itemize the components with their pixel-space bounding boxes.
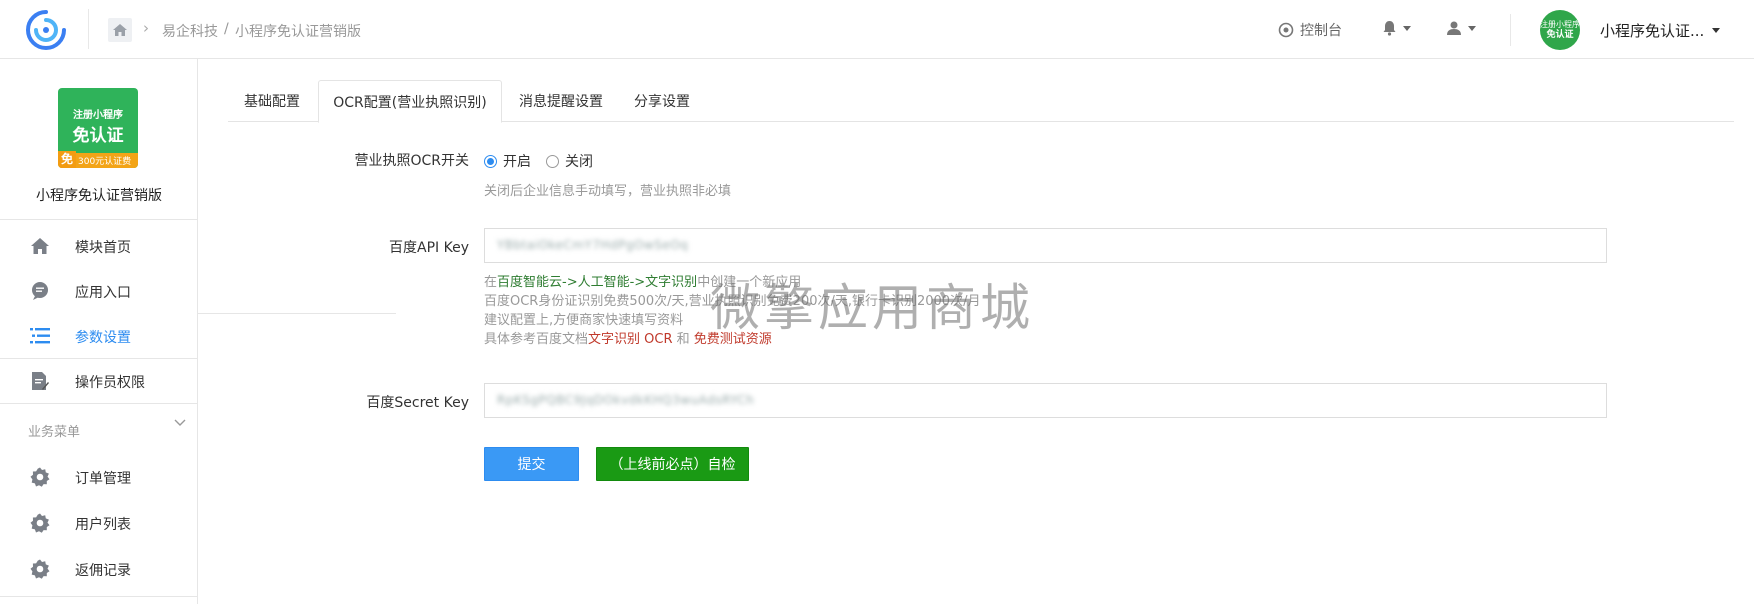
breadcrumb-separator: / xyxy=(224,21,229,37)
help-text: 中创建一个新应用 xyxy=(697,275,802,290)
avatar[interactable]: 注册小程序 免认证 xyxy=(1540,10,1580,50)
app-name: 小程序免认证营销版 xyxy=(36,188,162,204)
tab-ocr-config[interactable]: OCR配置(营业执照识别) xyxy=(318,80,502,123)
baidu-ai-ocr-link[interactable]: 百度智能云->人工智能->文字识别 xyxy=(497,275,697,290)
help-line: 百度OCR身份证识别免费500次/天,营业执照识别免费200次/天,银行卡识别2… xyxy=(484,294,981,309)
sidebar-item-operator-permissions[interactable]: 操作员权限 xyxy=(0,358,198,403)
sidebar-divider xyxy=(0,596,198,597)
ocr-doc-link[interactable]: 文字识别 OCR xyxy=(588,332,672,347)
sidebar: 注册小程序 免认证 300元认证费 免 小程序免认证营销版 模块首页 应用入口 … xyxy=(0,59,396,604)
api-key-input[interactable]: YBbtaiOkeCmY7HdPgOwSeOq xyxy=(484,228,1607,263)
home-button[interactable] xyxy=(108,18,132,42)
chevron-down-icon[interactable] xyxy=(174,419,186,427)
gear-icon xyxy=(29,558,51,580)
sidebar-item-label: 参数设置 xyxy=(75,330,131,346)
tab-basic-config[interactable]: 基础配置 xyxy=(228,80,316,122)
user-icon xyxy=(1447,21,1461,35)
radio-label: 关闭 xyxy=(565,154,593,170)
tab-message-settings[interactable]: 消息提醒设置 xyxy=(506,80,616,122)
sidebar-item-label: 操作员权限 xyxy=(75,375,145,391)
sidebar-item-label: 订单管理 xyxy=(75,471,131,487)
app-logo-strip-text: 300元认证费 xyxy=(78,157,132,167)
sidebar-item-commission-records[interactable]: 返佣记录 xyxy=(0,546,198,591)
sidebar-group-title[interactable]: 业务菜单 xyxy=(28,421,80,440)
chevron-down-icon xyxy=(1468,25,1476,31)
sidebar-item-label: 用户列表 xyxy=(75,517,131,533)
chevron-down-icon[interactable] xyxy=(1712,28,1720,33)
user-name[interactable]: 小程序免认证... xyxy=(1600,20,1704,41)
chat-icon xyxy=(29,280,51,302)
sidebar-item-settings[interactable]: 参数设置 xyxy=(0,313,198,358)
home-icon xyxy=(113,24,127,36)
document-edit-icon xyxy=(29,370,51,392)
settings-tabs: 基础配置 OCR配置(营业执照识别) 消息提醒设置 分享设置 xyxy=(228,80,1734,123)
chevron-down-icon xyxy=(1403,25,1411,31)
chevron-right-icon: › xyxy=(143,19,149,37)
breadcrumb-item[interactable]: 小程序免认证营销版 xyxy=(235,21,361,41)
help-text: 和 xyxy=(672,332,694,347)
console-label: 控制台 xyxy=(1300,23,1342,39)
home-icon xyxy=(29,235,51,257)
sidebar-item-label: 模块首页 xyxy=(75,240,131,256)
sidebar-divider xyxy=(0,403,198,404)
sidebar-item-label: 应用入口 xyxy=(75,285,131,301)
secret-key-input[interactable]: RpKSgPQBC9JqDOkvdkKHQ3wuAdsRYCh xyxy=(484,383,1607,418)
app-logo-line: 免认证 xyxy=(72,126,124,146)
free-resources-link[interactable]: 免费测试资源 xyxy=(694,332,772,347)
api-key-help: 在百度智能云->人工智能->文字识别中创建一个新应用 百度OCR身份证识别免费5… xyxy=(484,273,980,349)
secret-key-label: 百度Secret Key xyxy=(366,395,469,411)
sidebar-item-app-entry[interactable]: 应用入口 xyxy=(0,268,198,313)
api-key-label: 百度API Key xyxy=(389,240,469,256)
help-text: 在 xyxy=(484,275,498,290)
app-logo-icon[interactable] xyxy=(24,8,68,52)
console-link[interactable]: 控制台 xyxy=(1278,20,1342,40)
help-line: 具体参考百度文档文字识别 OCR 和 免费测试资源 xyxy=(484,330,980,349)
ocr-on-radio[interactable]: 开启 xyxy=(484,151,531,171)
help-line: 在百度智能云->人工智能->文字识别中创建一个新应用 xyxy=(484,273,980,292)
avatar-text-line: 免认证 xyxy=(1546,30,1574,40)
breadcrumb-item[interactable]: 易企科技 xyxy=(162,21,218,41)
app-logo-badge: 免 xyxy=(58,151,76,168)
user-dropdown[interactable] xyxy=(1446,20,1476,36)
ocr-switch-label: 营业执照OCR开关 xyxy=(354,153,469,169)
sidebar-divider xyxy=(0,219,198,220)
notifications-dropdown[interactable] xyxy=(1382,20,1411,36)
gear-icon xyxy=(29,512,51,534)
self-check-button[interactable]: （上线前必点）自检 xyxy=(596,447,749,481)
api-key-value: YBbtaiOkeCmY7HdPgOwSeOq xyxy=(497,238,689,252)
sidebar-item-order-management[interactable]: 订单管理 xyxy=(0,454,198,499)
radio-checked-icon xyxy=(484,154,497,168)
ocr-switch-hint: 关闭后企业信息手动填写，营业执照非必填 xyxy=(484,184,732,199)
tab-share-settings[interactable]: 分享设置 xyxy=(620,80,704,122)
sidebar-item-module-home[interactable]: 模块首页 xyxy=(0,223,198,268)
ocr-off-radio[interactable]: 关闭 xyxy=(546,151,593,171)
gear-icon xyxy=(29,466,51,488)
radio-label: 开启 xyxy=(503,154,531,170)
app-logo-image: 注册小程序 免认证 300元认证费 免 xyxy=(58,88,138,168)
avatar-text-line: 注册小程序 xyxy=(1540,20,1580,29)
dashboard-icon xyxy=(1278,22,1294,38)
sidebar-item-label: 返佣记录 xyxy=(75,563,131,579)
help-line: 建议配置上,方便商家快速填写资料 xyxy=(484,313,684,328)
help-text: 具体参考百度文档 xyxy=(484,332,589,347)
header-divider xyxy=(88,9,89,49)
app-logo-line: 注册小程序 xyxy=(73,110,123,121)
list-icon xyxy=(29,325,51,347)
secret-key-value: RpKSgPQBC9JqDOkvdkKHQ3wuAdsRYCh xyxy=(497,393,755,407)
sidebar-divider xyxy=(198,313,396,314)
radio-unchecked-icon xyxy=(546,154,559,168)
sidebar-item-user-list[interactable]: 用户列表 xyxy=(0,500,198,545)
submit-button[interactable]: 提交 xyxy=(484,447,579,481)
top-header: › 易企科技 / 小程序免认证营销版 控制台 注册小程序 免认证 小程序免认证.… xyxy=(0,0,1754,59)
header-divider xyxy=(1510,14,1511,46)
bell-icon xyxy=(1383,21,1396,36)
